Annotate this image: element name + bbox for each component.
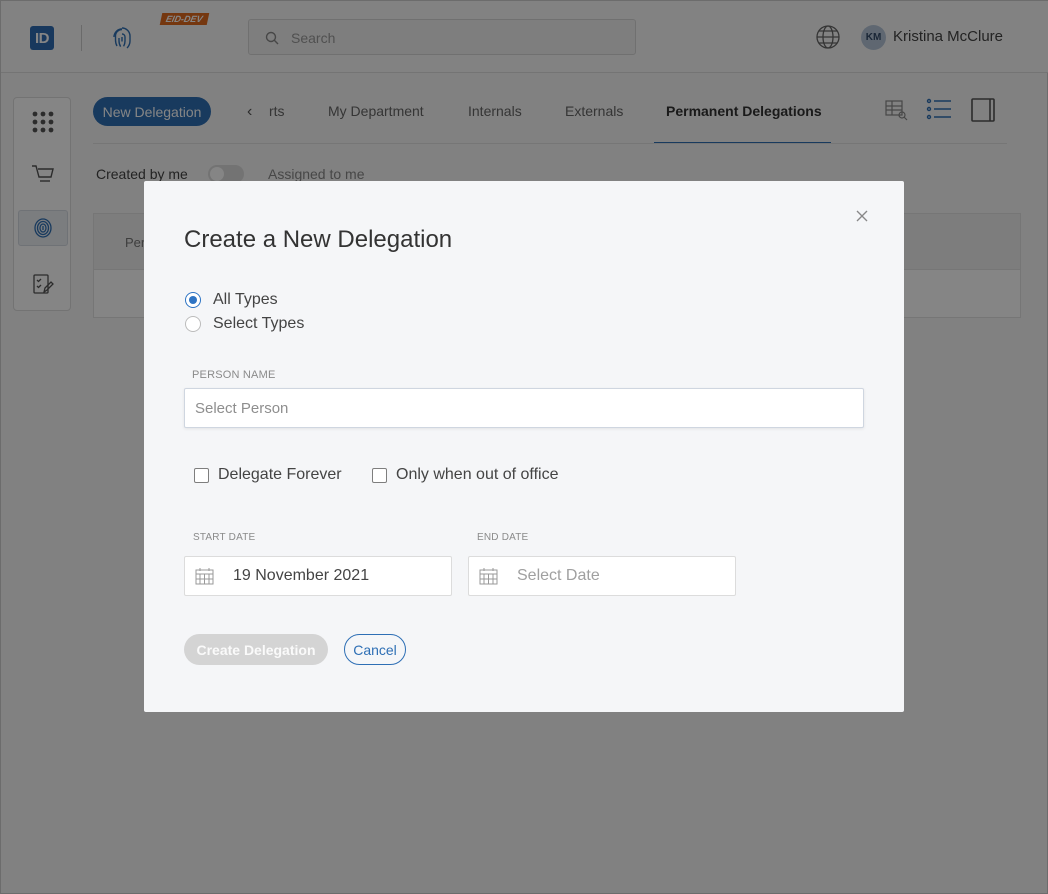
radio-label: All Types <box>213 291 278 308</box>
end-date-label: END DATE <box>477 532 529 543</box>
checkbox-label: Delegate Forever <box>218 466 342 483</box>
out-of-office-checkbox[interactable] <box>372 467 387 483</box>
calendar-icon <box>195 568 214 585</box>
start-date-picker[interactable]: 19 November 2021 <box>184 556 452 596</box>
delegate-forever-option[interactable]: Delegate Forever <box>194 465 342 485</box>
out-of-office-option[interactable]: Only when out of office <box>372 465 558 485</box>
end-date-picker[interactable]: Select Date <box>468 556 736 596</box>
calendar-icon <box>479 568 498 585</box>
create-delegation-button[interactable]: Create Delegation <box>184 634 328 665</box>
create-delegation-dialog: Create a New Delegation All Types Select… <box>144 181 904 712</box>
end-date-placeholder: Select Date <box>517 567 600 584</box>
person-name-label: PERSON NAME <box>192 369 276 381</box>
checkbox-label: Only when out of office <box>396 466 559 483</box>
delegate-forever-checkbox[interactable] <box>194 467 209 483</box>
cancel-button[interactable]: Cancel <box>344 634 406 665</box>
start-date-label: START DATE <box>193 532 256 543</box>
radio-button-checked[interactable] <box>185 292 201 308</box>
close-icon[interactable] <box>855 209 869 223</box>
radio-label: Select Types <box>213 315 305 332</box>
start-date-value: 19 November 2021 <box>233 567 370 584</box>
person-name-input[interactable] <box>184 388 864 428</box>
dialog-title: Create a New Delegation <box>184 226 453 253</box>
radio-all-types[interactable]: All Types <box>185 290 278 310</box>
radio-select-types[interactable]: Select Types <box>185 314 304 334</box>
radio-button[interactable] <box>185 316 201 332</box>
